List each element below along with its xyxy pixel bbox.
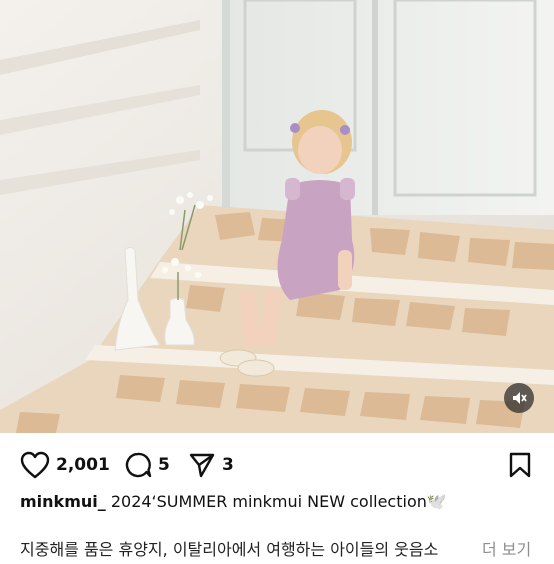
comment-button[interactable]: 5	[124, 444, 170, 486]
post-actions: 2,001 5 3	[0, 444, 554, 486]
more-link[interactable]: 더 보기	[478, 536, 532, 564]
caption-text: 2024‘SUMMER minkmui NEW collection🕊️	[110, 492, 447, 511]
comment-count: 5	[158, 455, 170, 475]
bookmark-icon	[509, 452, 531, 478]
mute-icon[interactable]	[504, 383, 534, 413]
send-icon	[189, 453, 215, 478]
post-caption: minkmui_ 2024‘SUMMER minkmui NEW collect…	[20, 488, 540, 516]
post-photo[interactable]	[0, 0, 554, 433]
username-link[interactable]: minkmui_	[20, 492, 106, 511]
comment-icon	[125, 452, 152, 478]
save-button[interactable]	[508, 444, 532, 486]
heart-icon	[20, 451, 50, 479]
caption-second-line: 지중해를 품은 휴양지, 이탈리아에서 여행하는 아이들의 웃음소	[20, 540, 439, 559]
like-count: 2,001	[56, 455, 110, 475]
share-count: 3	[222, 455, 234, 475]
like-button[interactable]: 2,001	[20, 444, 110, 486]
share-button[interactable]: 3	[188, 444, 234, 486]
